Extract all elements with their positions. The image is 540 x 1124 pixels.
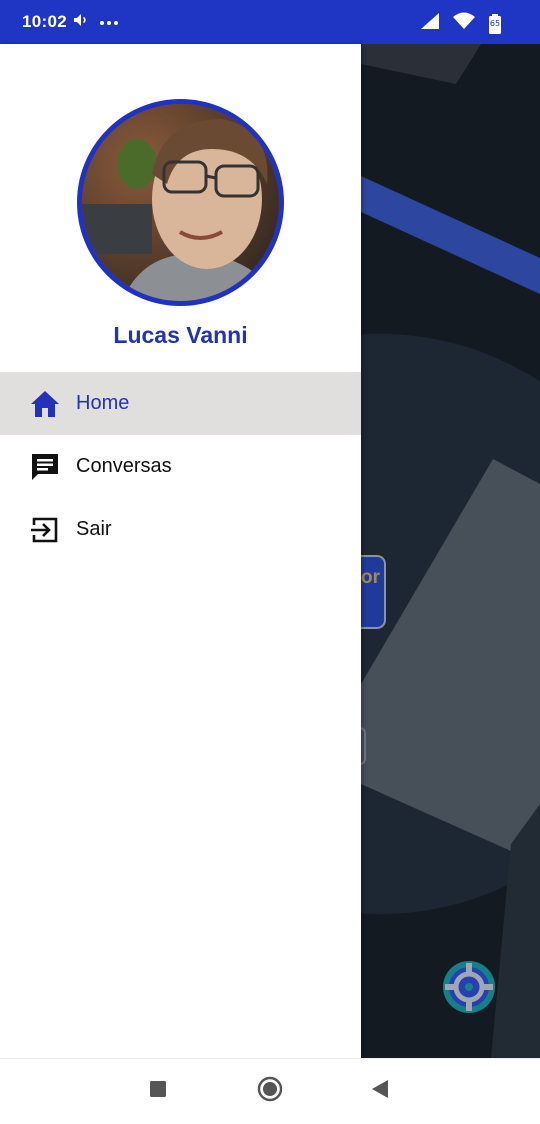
recents-button[interactable]	[128, 1059, 188, 1124]
home-button[interactable]	[240, 1059, 300, 1124]
cell-signal-icon	[420, 12, 440, 35]
drawer-item-sair[interactable]: Sair	[0, 498, 361, 561]
more-dots-icon	[99, 13, 119, 31]
battery-icon: 65	[488, 13, 502, 34]
background-app: or	[361, 44, 540, 1058]
battery-level: 65	[489, 18, 501, 28]
circle-icon	[257, 1076, 283, 1107]
drawer-item-label: Conversas	[76, 455, 172, 477]
user-name: Lucas Vanni	[113, 322, 248, 348]
back-button[interactable]	[350, 1059, 410, 1124]
drawer-item-conversas[interactable]: Conversas	[0, 435, 361, 498]
drawer-menu: Home Conversas Sair	[0, 372, 361, 561]
exit-icon	[29, 514, 61, 546]
navigation-drawer: Lucas Vanni Home Conversas Sair	[0, 44, 361, 1058]
home-icon	[29, 388, 61, 420]
partial-button-text: or	[361, 567, 380, 588]
location-target-icon[interactable]	[441, 959, 497, 1020]
wifi-icon	[452, 12, 476, 35]
status-bar: 10:02 65	[0, 0, 540, 44]
drawer-item-label: Home	[76, 392, 130, 414]
drawer-item-label: Sair	[76, 518, 112, 540]
system-nav-bar	[0, 1058, 540, 1124]
square-icon	[149, 1080, 167, 1103]
volume-icon	[73, 13, 89, 32]
chat-icon	[29, 451, 61, 483]
avatar[interactable]	[77, 99, 284, 306]
drawer-item-home[interactable]: Home	[0, 372, 361, 435]
back-triangle-icon	[371, 1079, 389, 1104]
status-time: 10:02	[22, 12, 67, 31]
